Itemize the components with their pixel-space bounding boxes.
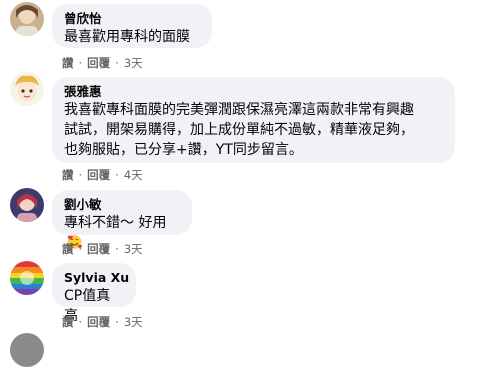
avatar-photo-icon xyxy=(10,188,44,222)
comment-text: 最喜歡用專科的面膜 xyxy=(64,29,190,45)
avatar[interactable] xyxy=(10,2,44,36)
comment-text-line: 也夠服貼，已分享+讚，YT同步留言。 xyxy=(64,142,303,158)
comment-actions: 讚 · 回覆 · 4天 xyxy=(62,168,143,182)
like-button[interactable]: 讚 xyxy=(62,168,74,182)
like-button[interactable]: 讚 xyxy=(62,315,74,329)
reply-button[interactable]: 回覆 xyxy=(87,168,110,182)
like-button[interactable]: 讚 xyxy=(62,242,74,256)
reply-button[interactable]: 回覆 xyxy=(87,315,110,329)
timestamp[interactable]: 3天 xyxy=(124,56,143,70)
comment-bubble: Sylvia Xu CP值真高 xyxy=(52,263,136,324)
comment-actions: 讚 · 回覆 · 3天 xyxy=(62,242,143,256)
comment-bubble: 張雅惠 我喜歡專科面膜的完美彈潤跟保濕亮澤這兩款非常有興趣 試試，開架易購得，加… xyxy=(52,77,455,163)
reply-button[interactable]: 回覆 xyxy=(87,56,110,70)
comment-bubble: 曾欣怡 最喜歡用專科的面膜 xyxy=(52,4,212,48)
like-button[interactable]: 讚 xyxy=(62,56,74,70)
commenter-name[interactable]: 張雅惠 xyxy=(64,83,443,100)
timestamp[interactable]: 4天 xyxy=(124,168,143,182)
timestamp[interactable]: 3天 xyxy=(124,315,143,329)
avatar[interactable] xyxy=(10,72,44,106)
comment-text: 專科不錯～ 好用 xyxy=(64,215,167,231)
avatar[interactable] xyxy=(10,261,44,295)
timestamp[interactable]: 3天 xyxy=(124,242,143,256)
comment-text-line: 試試，開架易購得，加上成份單純不過敏，精華液足夠， xyxy=(64,122,414,138)
avatar[interactable] xyxy=(10,188,44,222)
comment-actions: 讚 · 回覆 · 3天 xyxy=(62,315,143,329)
commenter-name[interactable]: Sylvia Xu xyxy=(64,269,129,286)
comment-actions: 讚 · 回覆 · 3天 xyxy=(62,56,143,70)
commenter-name[interactable]: 劉小敏 xyxy=(64,196,180,213)
comment-bubble: 劉小敏 專科不錯～ 好用 xyxy=(52,190,192,249)
avatar-photo-icon xyxy=(10,2,44,36)
reply-button[interactable]: 回覆 xyxy=(87,242,110,256)
avatar[interactable] xyxy=(10,333,44,367)
avatar-rainbow-icon xyxy=(10,261,44,295)
avatar-cartoon-icon xyxy=(10,72,44,106)
commenter-name[interactable]: 曾欣怡 xyxy=(64,10,200,27)
comment-text-line: 我喜歡專科面膜的完美彈潤跟保濕亮澤這兩款非常有興趣 xyxy=(64,102,414,118)
